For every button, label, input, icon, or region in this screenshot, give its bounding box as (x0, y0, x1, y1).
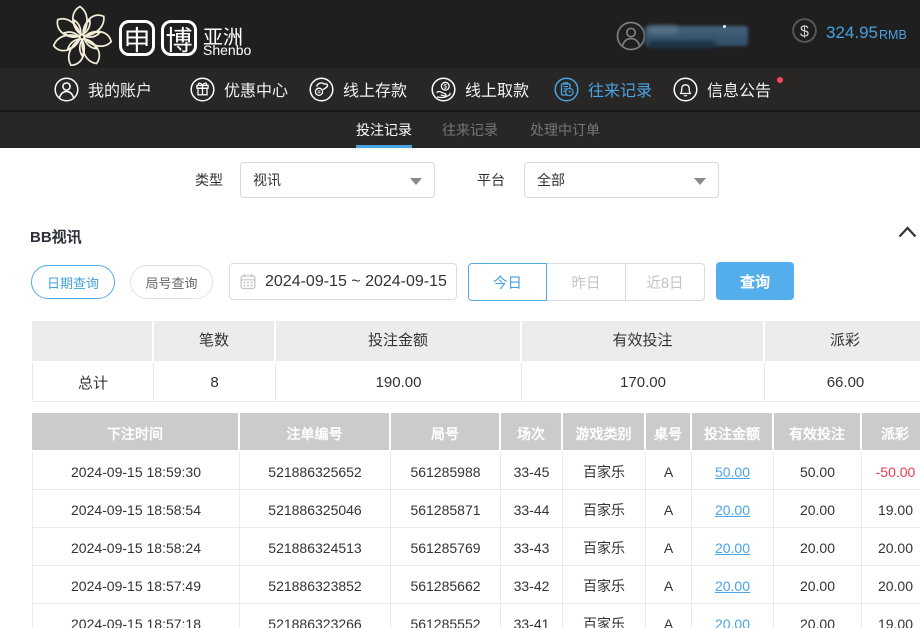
svg-text:$: $ (800, 24, 809, 41)
svg-text:$: $ (443, 83, 447, 90)
